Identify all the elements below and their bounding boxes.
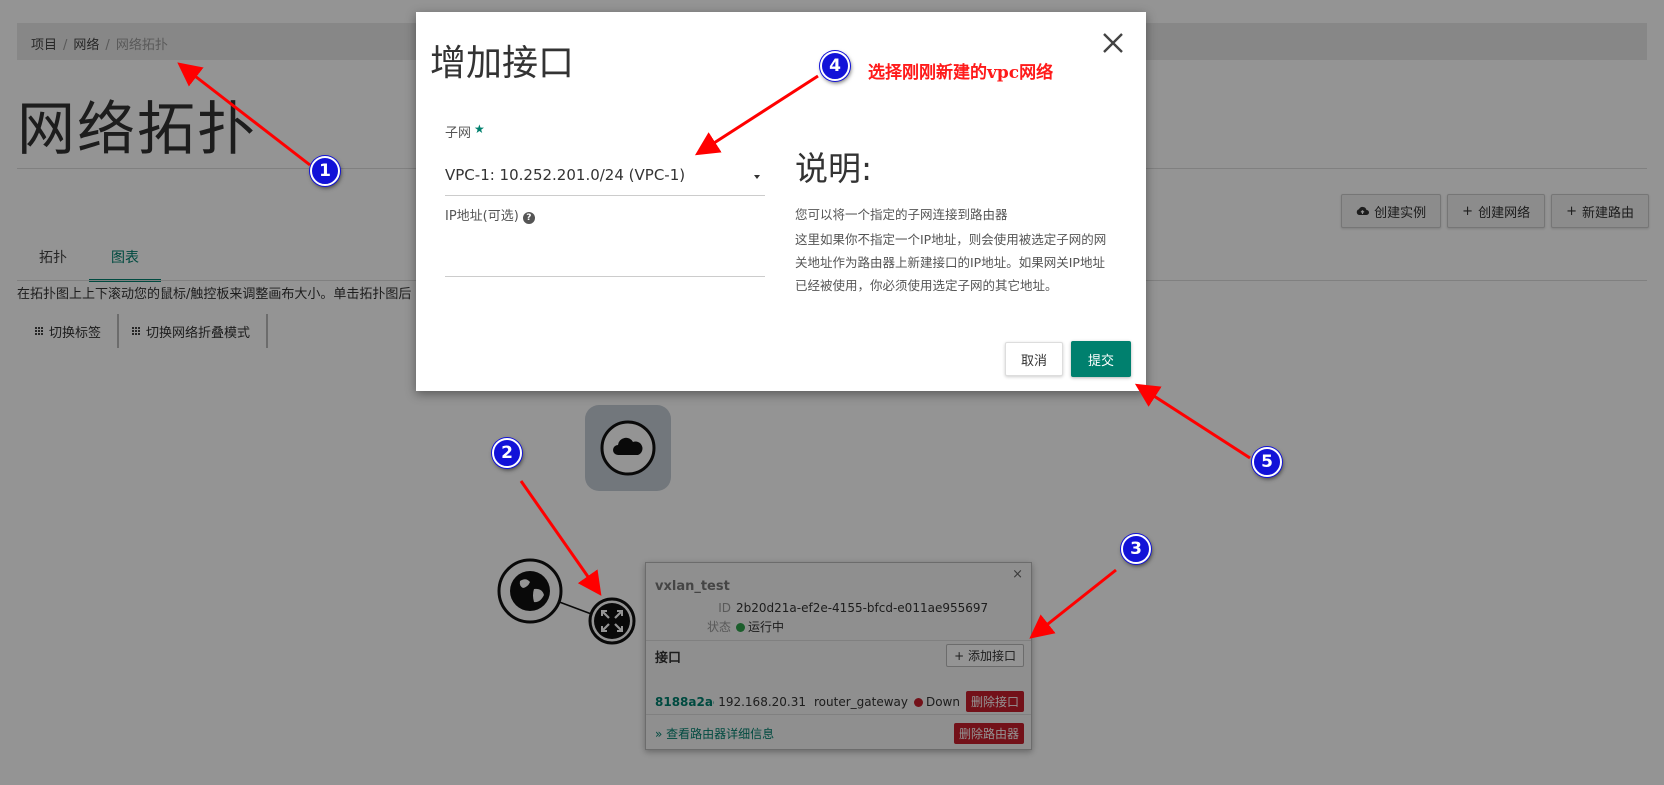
annotation-badge-3: 3	[1121, 534, 1151, 564]
arrow-4	[694, 74, 819, 156]
annotation-arrows	[177, 62, 1251, 639]
annotation-badge-5: 5	[1252, 447, 1282, 477]
annotation-note: 选择刚刚新建的vpc网络	[868, 63, 1054, 83]
arrow-2	[519, 480, 602, 596]
arrow-5	[1134, 383, 1251, 460]
annotation-badge-4: 4	[820, 51, 850, 81]
annotation-badge-1: 1	[310, 156, 340, 186]
arrow-3	[1029, 568, 1117, 639]
arrow-1	[177, 62, 311, 167]
annotation-badge-2: 2	[492, 438, 522, 468]
